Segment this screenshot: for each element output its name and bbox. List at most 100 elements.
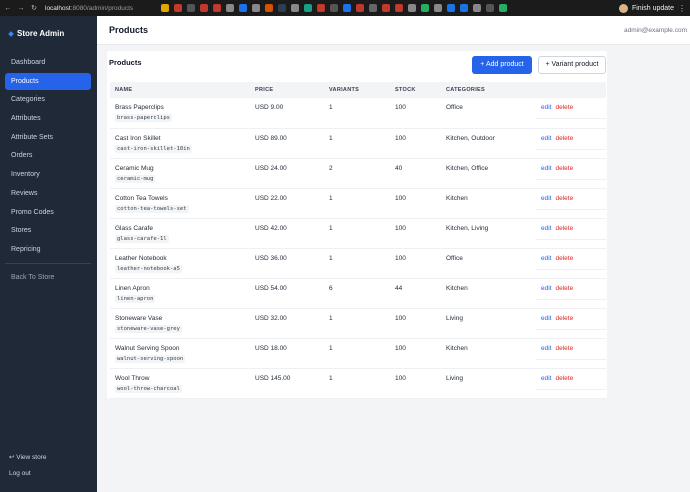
product-categories: Living [446, 374, 463, 382]
table-row: Brass Paperclips brass-paperclips USD 9.00… [110, 98, 606, 128]
extension-icon[interactable] [291, 4, 299, 12]
product-price: USD 24.00 [255, 164, 287, 172]
extension-icon[interactable] [330, 4, 338, 12]
edit-link[interactable]: edit [541, 285, 551, 292]
extension-icon[interactable] [473, 4, 481, 12]
edit-link[interactable]: edit [541, 165, 551, 172]
extension-icon[interactable] [486, 4, 494, 12]
column-header-stock[interactable]: STOCK [390, 82, 441, 98]
extension-icon[interactable] [200, 4, 208, 12]
product-categories: Kitchen [446, 284, 468, 292]
column-header-price[interactable]: PRICE [250, 82, 324, 98]
product-categories: Kitchen, Office [446, 164, 489, 172]
extension-icon[interactable] [265, 4, 273, 12]
product-price: USD 32.00 [255, 314, 287, 322]
edit-link[interactable]: edit [541, 375, 551, 382]
column-header-name[interactable]: NAME [110, 82, 250, 98]
extension-icon[interactable] [447, 4, 455, 12]
delete-link[interactable]: delete [555, 345, 573, 352]
extension-icon[interactable] [278, 4, 286, 12]
extension-icon[interactable] [356, 4, 364, 12]
extension-icon[interactable] [161, 4, 169, 12]
sidebar-item-attributes[interactable]: Attributes [5, 110, 91, 127]
sidebar-item-promo-codes[interactable]: Promo Codes [5, 204, 91, 221]
sidebar-item-orders[interactable]: Orders [5, 147, 91, 164]
extension-icon[interactable] [408, 4, 416, 12]
delete-link[interactable]: delete [555, 285, 573, 292]
extension-icon[interactable] [434, 4, 442, 12]
actions-divider [536, 328, 606, 330]
extension-icon[interactable] [382, 4, 390, 12]
edit-link[interactable]: edit [541, 195, 551, 202]
address-bar[interactable]: localhost:8080/admin/products [45, 5, 155, 12]
delete-link[interactable]: delete [555, 225, 573, 232]
back-arrow-icon[interactable]: ← [3, 5, 13, 12]
forward-arrow-icon[interactable]: → [16, 5, 26, 12]
product-slug: brass-paperclips [115, 114, 172, 122]
product-variants: 1 [329, 224, 333, 232]
extension-icon[interactable] [395, 4, 403, 12]
extension-icon[interactable] [421, 4, 429, 12]
column-header-variants[interactable]: VARIANTS [324, 82, 390, 98]
profile-avatar[interactable] [618, 3, 628, 13]
extension-icon[interactable] [499, 4, 507, 12]
row-actions: edit delete [536, 338, 606, 368]
edit-link[interactable]: edit [541, 135, 551, 142]
extension-icon[interactable] [226, 4, 234, 12]
product-name: Linen Apron [115, 284, 150, 292]
product-name: Cotton Tea Towels [115, 194, 168, 202]
sidebar-item-products[interactable]: Products [5, 72, 91, 90]
delete-link[interactable]: delete [555, 375, 573, 382]
back-to-store-link[interactable]: Back To Store [5, 269, 91, 286]
logout-link[interactable]: Log out [9, 470, 46, 487]
products-heading: Products [109, 58, 142, 67]
delete-link[interactable]: delete [555, 195, 573, 202]
extension-icon[interactable] [174, 4, 182, 12]
row-actions: edit delete [536, 278, 606, 308]
column-header-categories[interactable]: CATEGORIES [441, 82, 536, 98]
sidebar-divider [5, 262, 91, 264]
sidebar-item-categories[interactable]: Categories [5, 91, 91, 108]
extension-icon[interactable] [213, 4, 221, 12]
user-email: admin@example.com [624, 27, 687, 34]
edit-link[interactable]: edit [541, 104, 551, 111]
sidebar-item-stores[interactable]: Stores [5, 222, 91, 239]
reload-icon[interactable]: ↻ [29, 4, 39, 12]
sidebar-item-repricing[interactable]: Repricing [5, 241, 91, 258]
extension-icon[interactable] [252, 4, 260, 12]
extension-icon[interactable] [317, 4, 325, 12]
table-row: Ceramic Mug ceramic-mug USD 24.00 2 40 Kitche… [110, 158, 606, 188]
sidebar-item-dashboard[interactable]: Dashboard [5, 54, 91, 71]
edit-link[interactable]: edit [541, 315, 551, 322]
product-cell: Wool Throw wool-throw-charcoal [110, 368, 250, 398]
product-cell: Cotton Tea Towels cotton-tea-towels-set [110, 188, 250, 218]
extension-icon[interactable] [187, 4, 195, 12]
brand-logo-icon [8, 30, 14, 37]
main-content: Products admin@example.com Products + Ad… [97, 16, 690, 492]
extension-icon[interactable] [239, 4, 247, 12]
view-store-link[interactable]: ↩ View store [9, 453, 46, 470]
product-variants: 1 [329, 374, 333, 382]
edit-link[interactable]: edit [541, 345, 551, 352]
edit-link[interactable]: edit [541, 225, 551, 232]
menu-kebab-icon[interactable]: ⋮ [678, 4, 686, 13]
delete-link[interactable]: delete [555, 255, 573, 262]
product-slug: walnut-serving-spoon [115, 354, 186, 363]
sidebar-item-reviews[interactable]: Reviews [5, 185, 91, 202]
delete-link[interactable]: delete [555, 135, 573, 142]
finish-update-button[interactable]: Finish update ⋮ [618, 3, 686, 13]
actions-divider [536, 178, 606, 180]
extension-icon[interactable] [343, 4, 351, 12]
actions-divider [536, 388, 606, 390]
delete-link[interactable]: delete [555, 104, 573, 111]
sidebar-item-inventory[interactable]: Inventory [5, 166, 91, 183]
extension-icon[interactable] [460, 4, 468, 12]
add-variant-product-button[interactable]: + Variant product [538, 56, 606, 74]
edit-link[interactable]: edit [541, 255, 551, 262]
delete-link[interactable]: delete [555, 165, 573, 172]
add-product-button[interactable]: + Add product [472, 56, 532, 74]
delete-link[interactable]: delete [555, 315, 573, 322]
extension-icon[interactable] [369, 4, 377, 12]
sidebar-item-attribute-sets[interactable]: Attribute Sets [5, 129, 91, 146]
extension-icon[interactable] [304, 4, 312, 12]
